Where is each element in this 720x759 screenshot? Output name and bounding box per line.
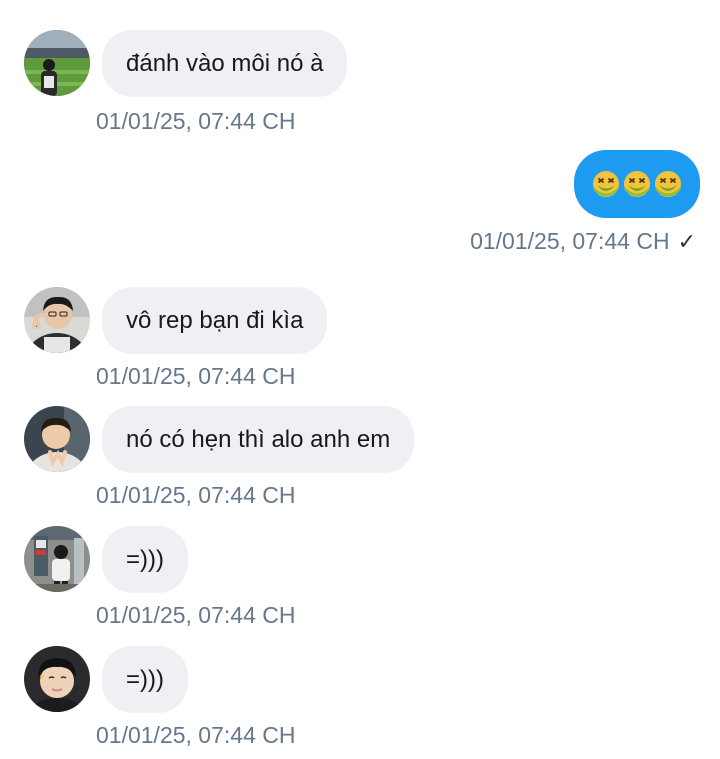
message-timestamp: 01/01/25, 07:44 CH — [96, 108, 296, 134]
message-bubble[interactable]: =))) — [102, 646, 188, 713]
avatar[interactable] — [24, 526, 90, 592]
message-text: vô rep bạn đi kìa — [126, 306, 304, 334]
avatar[interactable] — [24, 646, 90, 712]
message-text: =))) — [126, 665, 164, 693]
message-text: nó có hẹn thì alo anh em — [126, 425, 391, 453]
message-bubble[interactable]: vô rep bạn đi kìa — [102, 287, 328, 354]
message-text: đánh vào môi nó à — [126, 49, 324, 77]
sent-check-icon: ✓ — [677, 228, 696, 254]
message-bubble[interactable]: đánh vào môi nó à — [102, 30, 348, 97]
nauseated-face-icon — [593, 171, 619, 197]
avatar[interactable] — [24, 406, 90, 472]
outgoing-message-bubble[interactable] — [574, 150, 700, 218]
message-timestamp: 01/01/25, 07:44 CH — [96, 722, 296, 748]
message-text: =))) — [126, 545, 164, 573]
nauseated-face-icon — [624, 171, 650, 197]
message-timestamp: 01/01/25, 07:44 CH — [96, 363, 296, 389]
avatar[interactable] — [24, 287, 90, 353]
message-bubble[interactable]: nó có hẹn thì alo anh em — [102, 406, 415, 473]
timestamp-text: 01/01/25, 07:44 CH — [470, 228, 670, 254]
message-bubble[interactable]: =))) — [102, 526, 188, 593]
message-timestamp: 01/01/25, 07:44 CH — [96, 602, 296, 628]
outgoing-message-timestamp: 01/01/25, 07:44 CH ✓ — [470, 228, 696, 255]
avatar[interactable] — [24, 30, 90, 96]
nauseated-face-icon — [655, 171, 681, 197]
message-timestamp: 01/01/25, 07:44 CH — [96, 482, 296, 508]
